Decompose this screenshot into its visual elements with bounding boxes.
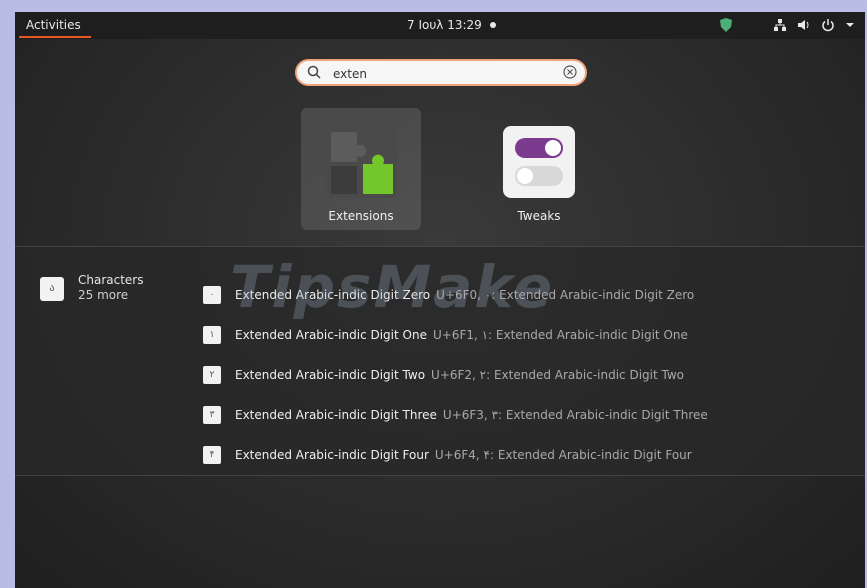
provider-name[interactable]: Characters (78, 273, 144, 287)
result-title: Extended Arabic-indic Digit Three (235, 408, 437, 422)
activities-button[interactable]: Activities (26, 18, 81, 32)
provider-more-count[interactable]: 25 more (78, 288, 128, 302)
character-icon: ۰ (203, 286, 221, 304)
volume-icon[interactable] (797, 18, 811, 32)
system-tray[interactable] (719, 16, 855, 34)
result-description: U+6F4, ۴: Extended Arabic-indic Digit Fo… (434, 448, 692, 462)
app-label-tweaks: Tweaks (517, 209, 561, 223)
top-bar: Activities 7 Ιουλ 13:29 (15, 12, 865, 39)
shield-icon[interactable] (719, 17, 733, 33)
search-icon (307, 65, 321, 79)
desktop-overview: Activities 7 Ιουλ 13:29 Extensions (15, 12, 865, 588)
app-label-extensions: Extensions (328, 209, 394, 223)
result-title: Extended Arabic-indic Digit Two (235, 368, 426, 382)
result-description: U+6F3, ۳: Extended Arabic-indic Digit Th… (442, 408, 708, 422)
search-input[interactable] (331, 64, 555, 84)
characters-app-icon[interactable]: ა (40, 277, 64, 301)
result-title: Extended Arabic-indic Digit One (235, 328, 427, 342)
character-icon: ۳ (203, 406, 221, 424)
result-description: U+6F1, ۱: Extended Arabic-indic Digit On… (432, 328, 688, 342)
result-title: Extended Arabic-indic Digit Four (235, 448, 429, 462)
clock[interactable]: 7 Ιουλ 13:29 (407, 18, 482, 32)
result-item[interactable]: ۴ Extended Arabic-indic Digit Four U+6F4… (203, 445, 692, 465)
character-icon: ۴ (203, 446, 221, 464)
search-box[interactable] (295, 59, 587, 86)
power-icon[interactable] (821, 18, 835, 32)
character-icon: ۱ (203, 326, 221, 344)
network-icon[interactable] (773, 18, 787, 32)
result-item[interactable]: ۲ Extended Arabic-indic Digit Two U+6F2,… (203, 365, 684, 385)
puzzle-icon (325, 126, 397, 198)
watermark: TipsMake (230, 253, 555, 321)
character-icon: ۲ (203, 366, 221, 384)
clear-search-icon[interactable] (563, 65, 577, 79)
app-tweaks[interactable]: Tweaks (479, 108, 599, 230)
result-item[interactable]: ۱ Extended Arabic-indic Digit One U+6F1,… (203, 325, 688, 345)
activities-underline (19, 36, 91, 38)
result-description: U+6F2, ۲: Extended Arabic-indic Digit Tw… (431, 368, 685, 382)
notification-dot-icon (490, 22, 496, 28)
chevron-down-icon[interactable] (845, 20, 855, 30)
result-item[interactable]: ۳ Extended Arabic-indic Digit Three U+6F… (203, 405, 708, 425)
toggle-icon (503, 126, 575, 198)
app-extensions[interactable]: Extensions (301, 108, 421, 230)
